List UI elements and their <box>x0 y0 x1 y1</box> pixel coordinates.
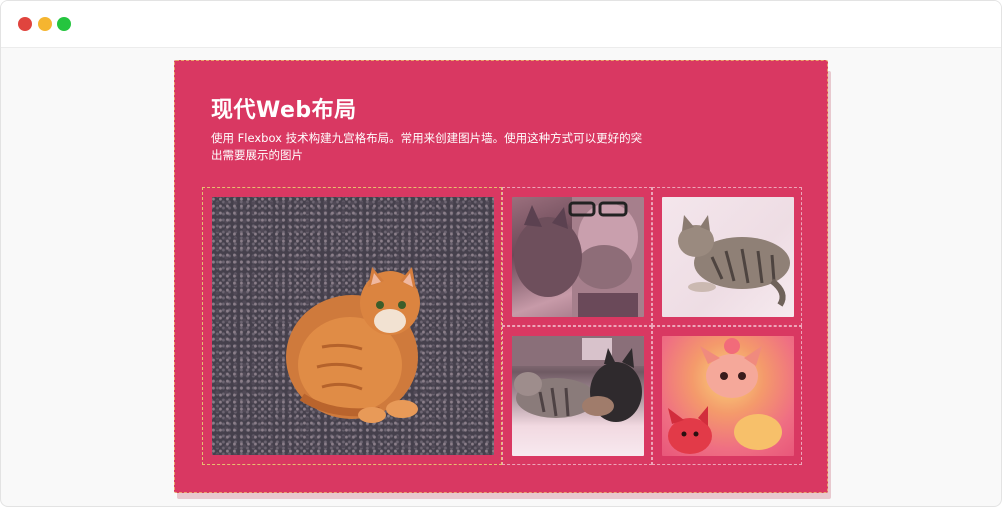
browser-window: 现代Web布局 使用 Flexbox 技术构建九宫格布局。常用来创建图片墙。使用… <box>0 0 1002 507</box>
close-window-button[interactable] <box>18 17 32 31</box>
grid-cell-small <box>502 326 652 465</box>
title-bar <box>1 1 1001 48</box>
photo-pink-kittens[interactable] <box>662 336 794 456</box>
pink-kittens-image <box>668 338 782 454</box>
page-description: 使用 Flexbox 技术构建九宫格布局。常用来创建图片墙。使用这种方式可以更好… <box>211 131 643 162</box>
grid-cell-small <box>652 187 802 326</box>
man-with-cat-image <box>514 197 644 317</box>
maximize-window-button[interactable] <box>57 17 71 31</box>
minimize-window-button[interactable] <box>38 17 52 31</box>
photo-tabby-cat[interactable] <box>662 197 794 317</box>
tabby-cat-image <box>678 215 790 307</box>
grid-cell-small <box>502 187 652 326</box>
photo-orange-cat[interactable] <box>212 197 494 455</box>
orange-cat-image <box>286 267 420 423</box>
image-grid <box>202 187 802 465</box>
gallery-card: 现代Web布局 使用 Flexbox 技术构建九宫格布局。常用来创建图片墙。使用… <box>174 60 828 493</box>
page-title: 现代Web布局 <box>211 98 357 123</box>
two-cats-image <box>512 336 644 422</box>
grid-cell-small <box>652 326 802 465</box>
grid-cell-large <box>202 187 502 465</box>
photo-man-with-cat[interactable] <box>512 197 644 317</box>
photo-two-cats[interactable] <box>512 336 644 456</box>
